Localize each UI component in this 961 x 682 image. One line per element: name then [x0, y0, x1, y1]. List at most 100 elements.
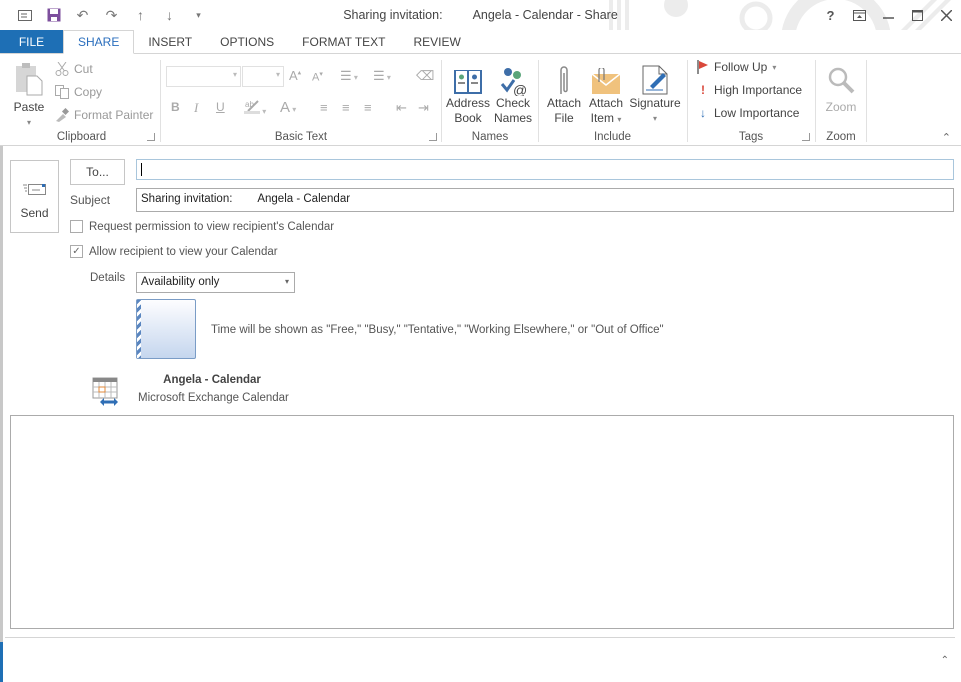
svg-text:ab: ab	[245, 100, 254, 109]
title-prefix: Sharing invitation:	[343, 8, 443, 22]
group-separator	[441, 60, 442, 142]
attach-file-label-2: File	[554, 111, 574, 125]
basic-text-group: A▴ A▾ ☰ ▾ ☰ ▾ ⌫ B I U ab ▾ A ▾ ≡ ≡ ≡ ⇤ ⇥…	[162, 58, 440, 146]
maximize-icon	[912, 9, 923, 21]
high-importance-button[interactable]: ! High Importance	[697, 83, 802, 97]
collapse-ribbon-button[interactable]: ⌃	[942, 131, 951, 144]
message-body[interactable]	[10, 415, 954, 629]
tags-group: Follow Up ▾ ! High Importance ↓ Low Impo…	[689, 58, 813, 146]
tab-options[interactable]: OPTIONS	[206, 30, 288, 53]
maximize-button[interactable]	[903, 2, 932, 28]
format-painter-button[interactable]: Format Painter	[55, 108, 153, 122]
down-arrow-icon: ↓	[700, 106, 706, 120]
font-color-button[interactable]: A ▾	[280, 99, 296, 116]
allow-view-checkbox[interactable]: ✓	[70, 245, 83, 258]
attach-item-label-2: Item ▾	[590, 111, 622, 125]
request-permission-label: Request permission to view recipient's C…	[89, 220, 335, 233]
svg-text:@: @	[513, 82, 527, 96]
details-select[interactable]: Availability only ▾	[136, 272, 295, 293]
tab-format-text[interactable]: FORMAT TEXT	[288, 30, 399, 53]
to-input[interactable]	[136, 159, 954, 180]
tags-group-label: Tags	[738, 131, 764, 143]
follow-up-dropdown-icon: ▾	[772, 62, 777, 72]
follow-up-button[interactable]: Follow Up ▾	[697, 60, 776, 74]
allow-view-label: Allow recipient to view your Calendar	[89, 245, 278, 258]
tab-review[interactable]: REVIEW	[400, 30, 475, 53]
copy-icon	[55, 85, 69, 99]
zoom-button[interactable]: Zoom	[819, 60, 863, 115]
include-group-label: Include	[593, 131, 632, 143]
tab-file[interactable]: FILE	[0, 30, 63, 53]
names-group: Address Book @ Check Names Names	[443, 58, 537, 146]
subject-input[interactable]: Sharing invitation: Angela - Calendar	[136, 188, 954, 212]
low-importance-button[interactable]: ↓ Low Importance	[697, 106, 799, 120]
bold-button[interactable]: B	[171, 100, 180, 114]
highlight-icon: ab	[244, 100, 260, 114]
increase-indent-button[interactable]: ⇥	[418, 100, 429, 116]
signature-button[interactable]: Signature ▾	[628, 60, 682, 126]
calendar-name: Angela - Calendar	[138, 374, 261, 386]
align-right-button[interactable]: ≡	[364, 100, 372, 115]
people-pane-separator	[5, 637, 955, 638]
highlight-button[interactable]: ab ▾	[244, 98, 266, 117]
decrease-indent-button[interactable]: ⇤	[396, 100, 407, 116]
format-painter-label: Format Painter	[74, 108, 154, 122]
grow-font-button[interactable]: A▴	[289, 68, 301, 83]
close-button[interactable]	[932, 2, 961, 28]
group-separator	[538, 60, 539, 142]
cut-button[interactable]: Cut	[55, 62, 93, 76]
attach-item-label-1: Attach	[588, 96, 624, 110]
request-permission-row: Request permission to view recipient's C…	[70, 220, 334, 233]
to-button[interactable]: To...	[70, 159, 125, 185]
send-label: Send	[20, 206, 49, 220]
shrink-font-button[interactable]: A▾	[312, 70, 323, 84]
request-permission-checkbox[interactable]	[70, 220, 83, 233]
check-names-button[interactable]: @ Check Names	[491, 60, 535, 126]
ribbon-display-options-button[interactable]	[845, 2, 874, 28]
italic-button[interactable]: I	[194, 100, 198, 116]
clipboard-dialog-launcher[interactable]	[147, 133, 155, 141]
group-separator	[815, 60, 816, 142]
clipboard-group-label: Clipboard	[56, 131, 107, 143]
ribbon-display-options-icon	[853, 9, 866, 21]
font-name-combo[interactable]	[166, 66, 241, 87]
clear-formatting-button[interactable]: ⌫	[416, 68, 434, 84]
magnifier-icon	[827, 60, 855, 96]
send-button[interactable]: Send	[10, 160, 59, 233]
tags-dialog-launcher[interactable]	[802, 133, 810, 141]
basic-text-dialog-launcher[interactable]	[429, 133, 437, 141]
align-center-button[interactable]: ≡	[342, 100, 350, 115]
basic-text-group-label: Basic Text	[274, 131, 328, 143]
high-importance-label: High Importance	[714, 83, 803, 97]
exclamation-icon: !	[701, 83, 705, 97]
minimize-icon	[883, 16, 894, 19]
minimize-button[interactable]	[874, 2, 903, 28]
align-left-button[interactable]: ≡	[320, 100, 328, 115]
copy-button[interactable]: Copy	[55, 85, 102, 99]
low-importance-label: Low Importance	[714, 106, 800, 120]
title-bar: ↶ ↷ ↑ ↓ ▾ Sharing invitation: Angela - Ca…	[0, 0, 961, 30]
check-names-label-2: Names	[493, 111, 532, 125]
paste-dropdown-icon: ▾	[26, 118, 31, 127]
tab-insert[interactable]: INSERT	[134, 30, 206, 53]
attach-file-button[interactable]: Attach File	[542, 60, 586, 126]
bullets-button[interactable]: ☰ ▾	[340, 68, 358, 84]
paste-icon	[14, 60, 44, 96]
zoom-group-label: Zoom	[826, 131, 856, 143]
check-names-icon: @	[498, 60, 528, 96]
check-names-label-1: Check	[495, 96, 530, 110]
paperclip-icon	[557, 60, 571, 96]
underline-button[interactable]: U	[216, 100, 225, 114]
font-size-combo[interactable]	[242, 66, 284, 87]
group-separator	[687, 60, 688, 142]
numbering-button[interactable]: ☰ ▾	[373, 68, 391, 84]
tab-share[interactable]: SHARE	[63, 30, 135, 54]
paste-button[interactable]: Paste ▾	[9, 60, 49, 130]
expand-people-pane-button[interactable]: ⌃	[941, 655, 949, 666]
flag-icon	[697, 60, 708, 74]
follow-up-label: Follow Up	[714, 60, 768, 74]
attach-item-button[interactable]: Attach Item ▾	[584, 60, 628, 127]
names-group-label: Names	[471, 131, 509, 143]
address-book-button[interactable]: Address Book	[445, 60, 491, 126]
help-button[interactable]: ?	[816, 2, 845, 28]
